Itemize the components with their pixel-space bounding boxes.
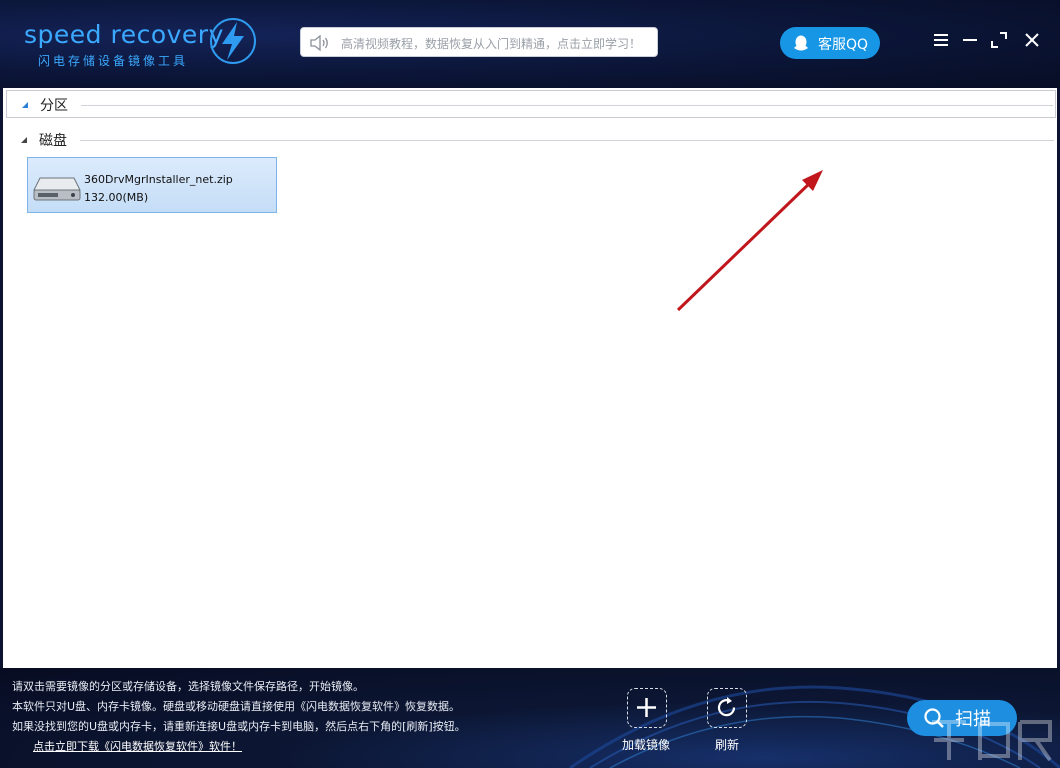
expand-triangle-icon[interactable] — [21, 101, 29, 109]
partition-section-header[interactable]: 分区 — [6, 90, 1056, 118]
minimize-icon[interactable] — [958, 28, 982, 52]
disk-section-header[interactable]: 磁盘 — [6, 126, 1056, 154]
speaker-icon — [310, 34, 328, 52]
expand-triangle-icon[interactable] — [20, 136, 28, 144]
disk-size: 132.00(MB) — [84, 191, 149, 204]
bottom-toolbar: 请双击需要镜像的分区或存储设备，选择镜像文件保存路径，开始镜像。 本软件只对U盘… — [0, 668, 1060, 768]
qq-button-label: 客服QQ — [818, 37, 869, 53]
disk-name: 360DrvMgrInstaller_net.zip — [84, 173, 233, 186]
qq-icon — [794, 35, 808, 51]
plus-icon — [637, 698, 656, 717]
section-divider — [80, 140, 1054, 141]
close-icon[interactable] — [1020, 28, 1044, 52]
annotation-arrow-icon — [676, 170, 823, 312]
lightning-logo-icon — [210, 18, 256, 64]
hint-line: 本软件只对U盘、内存卡镜像。硬盘或移动硬盘请直接使用《闪电数据恢复软件》恢复数据… — [12, 700, 461, 713]
hint-line: 请双击需要镜像的分区或存储设备，选择镜像文件保存路径，开始镜像。 — [12, 680, 364, 693]
maximize-icon[interactable] — [987, 28, 1011, 52]
hint-line: 如果没找到您的U盘或内存卡，请重新连接U盘或内存卡到电脑，然后点右下角的[刷新]… — [12, 720, 466, 733]
section-divider — [81, 105, 1053, 106]
disk-item[interactable]: 360DrvMgrInstaller_net.zip 132.00(MB) — [27, 157, 277, 213]
device-list-panel: 分区 磁盘 360DrvMgrInstaller_net.zip 132.00(… — [3, 88, 1057, 668]
app-logo-text: speed recovery — [24, 20, 224, 49]
load-image-label: 加载镜像 — [622, 738, 671, 752]
refresh-icon — [717, 697, 736, 717]
load-image-button[interactable] — [627, 688, 667, 728]
customer-service-qq-button[interactable]: 客服QQ — [780, 27, 880, 59]
watermark-logo-icon — [932, 720, 1052, 762]
disk-section-title: 磁盘 — [39, 133, 67, 149]
title-bar: speed recovery 闪电存储设备镜像工具 高清视频教程，数据恢复从入门… — [0, 0, 1060, 88]
tutorial-notice-bar[interactable]: 高清视频教程，数据恢复从入门到精通，点击立即学习！ — [300, 27, 658, 57]
refresh-label: 刷新 — [715, 738, 740, 752]
app-logo-subtitle: 闪电存储设备镜像工具 — [38, 54, 189, 68]
download-recovery-software-link[interactable]: 点击立即下载《闪电数据恢复软件》软件！ — [33, 738, 242, 754]
menu-icon[interactable] — [929, 28, 953, 52]
refresh-button[interactable] — [707, 688, 747, 728]
hard-disk-icon — [33, 177, 81, 201]
notice-text[interactable]: 高清视频教程，数据恢复从入门到精通，点击立即学习！ — [341, 35, 641, 52]
partition-section-title: 分区 — [40, 98, 68, 114]
